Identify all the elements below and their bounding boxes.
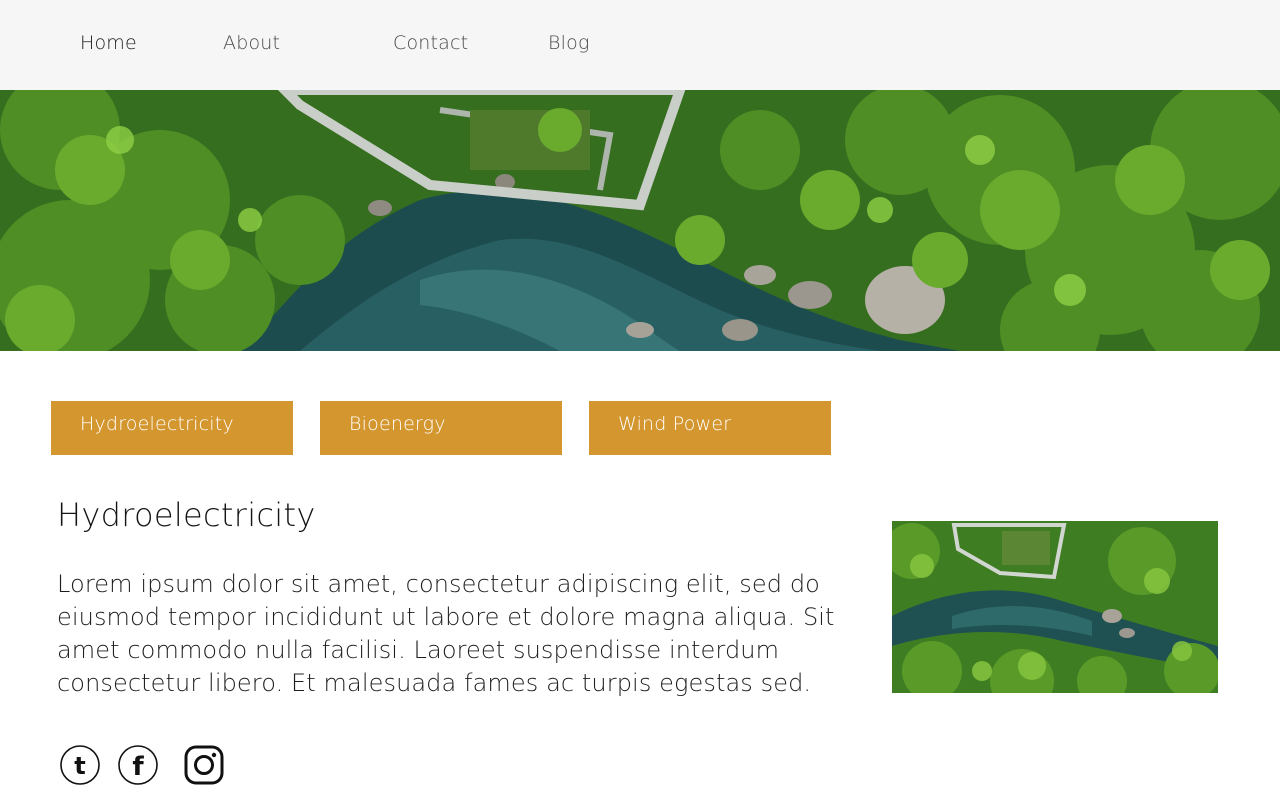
- svg-text:t: t: [74, 752, 85, 780]
- top-nav: Home About Contact Blog: [0, 0, 1280, 90]
- nav-contact-link[interactable]: Contact: [393, 32, 468, 54]
- facebook-icon[interactable]: f: [117, 744, 159, 786]
- nav-blog-link[interactable]: Blog: [548, 32, 590, 54]
- nav-about-link[interactable]: About: [223, 32, 280, 54]
- tumblr-icon[interactable]: t: [59, 744, 101, 786]
- section-body: Lorem ipsum dolor sit amet, consectetur …: [57, 570, 835, 697]
- instagram-icon[interactable]: [183, 744, 225, 786]
- section-title: Hydroelectricity: [57, 496, 316, 534]
- tab-wind-power[interactable]: Wind Power: [589, 401, 831, 455]
- hero-image: [0, 90, 1280, 351]
- tab-bioenergy[interactable]: Bioenergy: [320, 401, 562, 455]
- content-image: [892, 521, 1218, 693]
- svg-text:f: f: [132, 752, 144, 782]
- nav-home-link[interactable]: Home: [80, 32, 137, 54]
- tab-hydroelectricity[interactable]: Hydroelectricity: [51, 401, 293, 455]
